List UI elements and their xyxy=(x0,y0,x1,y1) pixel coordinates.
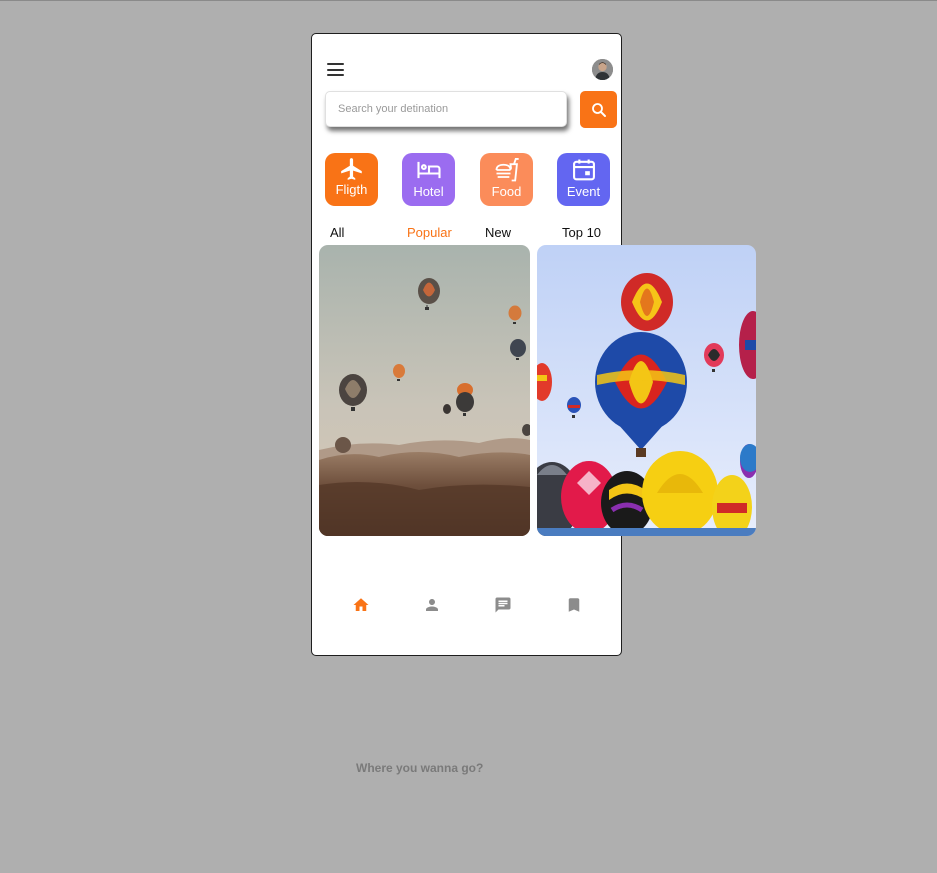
category-label: Event xyxy=(566,184,601,199)
search-icon xyxy=(591,102,606,117)
nav-home-button[interactable] xyxy=(352,596,370,619)
category-event-button[interactable]: Event xyxy=(557,153,610,206)
bottom-navigation xyxy=(312,596,621,618)
category-label: Fligth xyxy=(335,182,368,197)
person-icon xyxy=(426,599,438,611)
bookmark-icon xyxy=(568,598,580,612)
hamburger-menu-icon[interactable] xyxy=(327,63,344,76)
search-input[interactable] xyxy=(326,92,566,126)
nav-messages-button[interactable] xyxy=(494,596,512,619)
nav-bookmarks-button[interactable] xyxy=(565,596,583,619)
category-flight-button[interactable]: Fligth xyxy=(325,153,378,206)
fastfood-icon xyxy=(495,157,519,182)
destination-card-colorful[interactable] xyxy=(537,245,756,536)
tab-all[interactable]: All xyxy=(330,225,344,240)
nav-profile-button[interactable] xyxy=(423,596,441,619)
tab-top-10[interactable]: Top 10 xyxy=(562,225,601,240)
calendar-icon xyxy=(572,159,595,181)
tab-popular[interactable]: Popular xyxy=(407,225,452,240)
tab-new[interactable]: New xyxy=(485,225,511,240)
home-icon xyxy=(353,598,369,611)
avatar[interactable] xyxy=(592,59,613,80)
desert-balloons-photo xyxy=(319,245,530,536)
tagline-text: Where you wanna go? xyxy=(356,761,484,775)
search-field[interactable] xyxy=(325,91,567,127)
search-button[interactable] xyxy=(580,91,617,128)
colorful-balloons-photo xyxy=(537,245,756,536)
category-hotel-button[interactable]: Hotel xyxy=(402,153,455,206)
destination-card-desert[interactable] xyxy=(319,245,530,536)
category-label: Food xyxy=(491,184,522,199)
category-food-button[interactable]: Food xyxy=(480,153,533,206)
airplane-icon xyxy=(340,158,362,180)
category-label: Hotel xyxy=(413,184,444,199)
chat-icon xyxy=(495,597,511,613)
bed-icon xyxy=(416,161,441,179)
